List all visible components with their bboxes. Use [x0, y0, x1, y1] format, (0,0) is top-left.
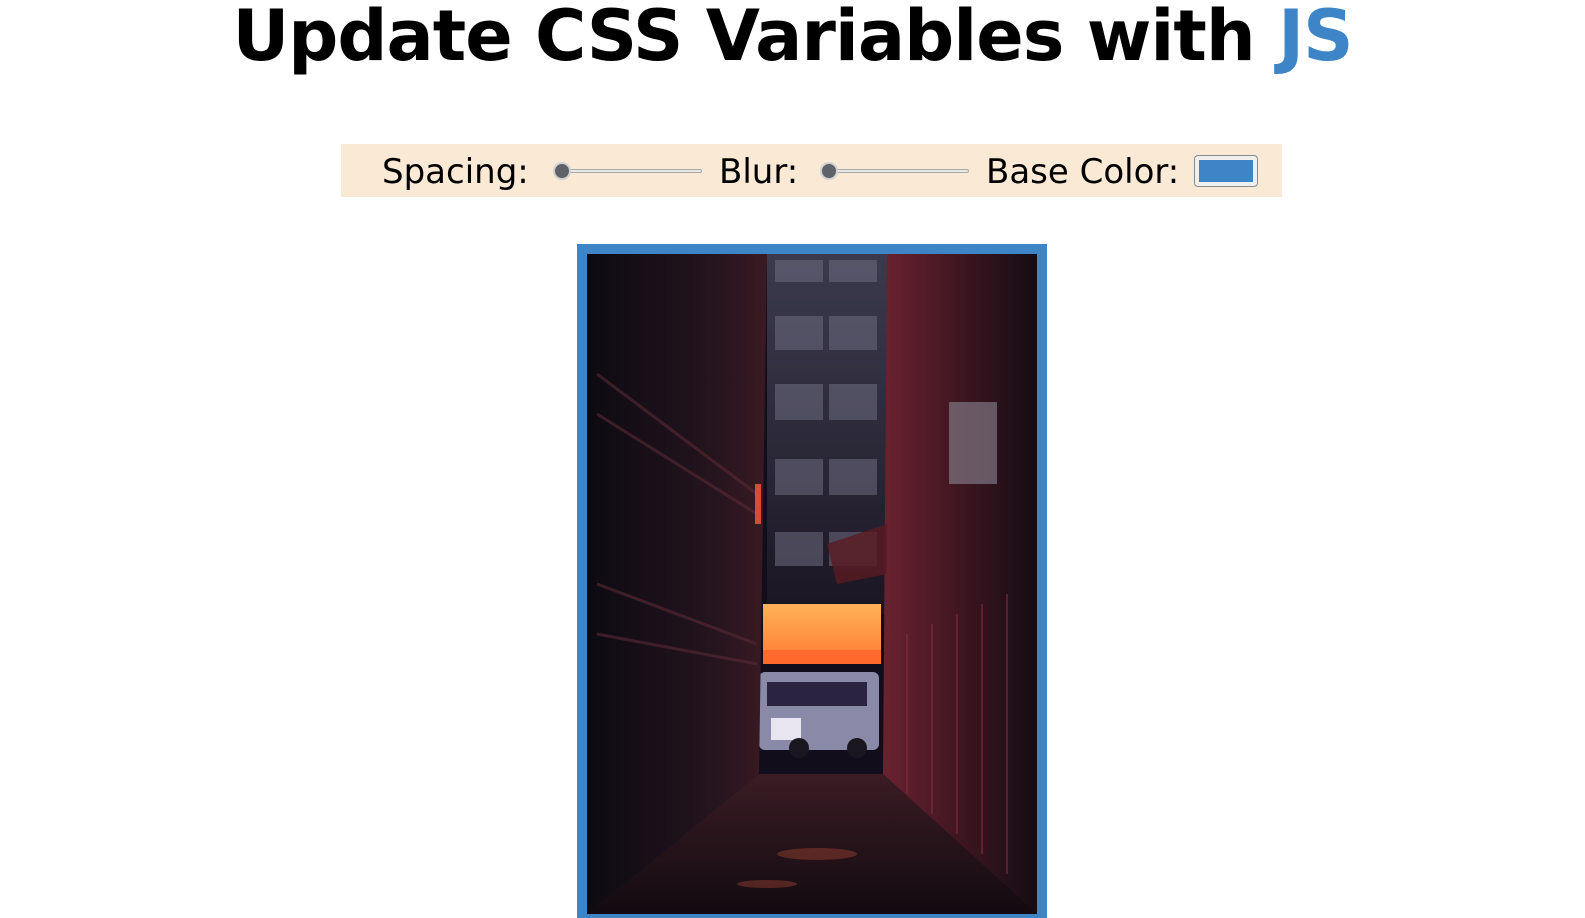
spacing-slider-thumb[interactable] [553, 162, 571, 180]
blur-slider-track [820, 169, 969, 173]
alley-photo [587, 254, 1037, 914]
blur-slider[interactable] [820, 160, 969, 184]
spacing-slider-track [553, 169, 702, 173]
title-prefix: Update CSS Variables with [232, 0, 1279, 77]
controls-panel: Spacing: Blur: Base Color: [341, 144, 1282, 197]
title-highlight: JS [1278, 0, 1353, 77]
blur-label: Blur: [719, 152, 799, 192]
page: Update CSS Variables with JS Spacing: Bl… [0, 0, 1585, 918]
page-title: Update CSS Variables with JS [0, 0, 1585, 78]
base-color-picker[interactable] [1194, 155, 1258, 187]
photo-frame [577, 244, 1047, 918]
spacing-label: Spacing: [382, 152, 529, 192]
spacing-slider[interactable] [553, 160, 702, 184]
base-color-swatch [1199, 160, 1253, 182]
blur-slider-thumb[interactable] [820, 162, 838, 180]
base-color-label: Base Color: [986, 152, 1180, 192]
